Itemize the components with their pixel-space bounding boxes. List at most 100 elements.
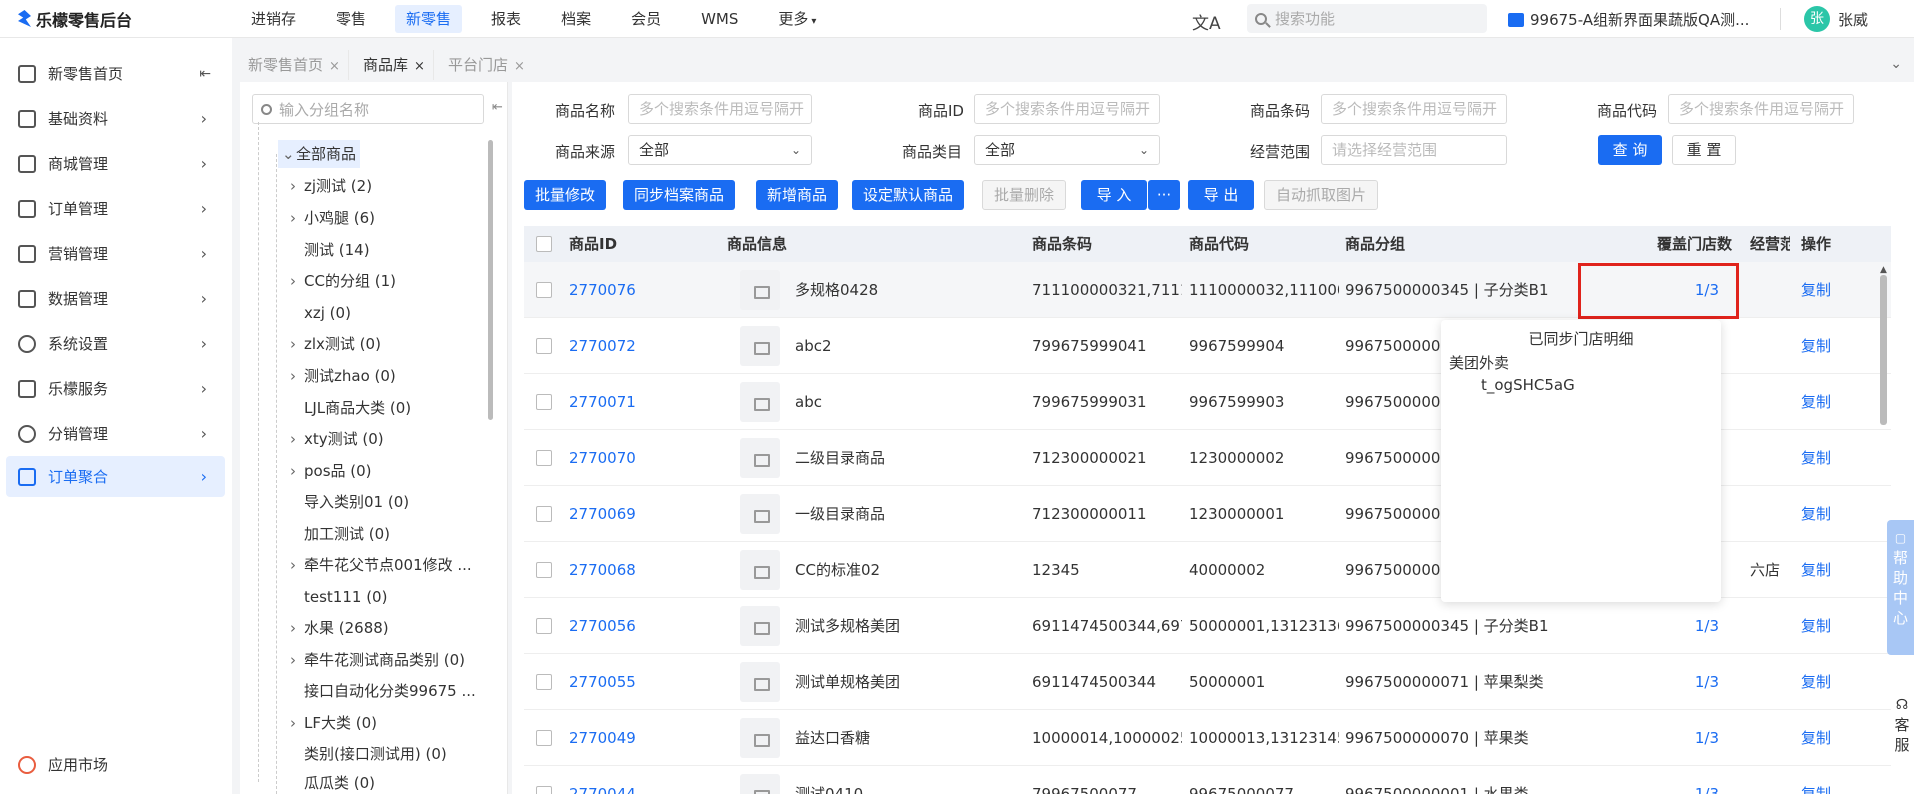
group-search-input[interactable]: 输入分组名称 <box>252 94 484 124</box>
nav-retail[interactable]: 零售 <box>325 5 377 33</box>
import-more-button[interactable]: ··· <box>1148 180 1180 210</box>
tree-item[interactable]: xzj (0) <box>304 299 351 327</box>
query-button[interactable]: 查 询 <box>1598 135 1662 165</box>
nav-more[interactable]: 更多 ▾ <box>767 5 827 33</box>
tree-item[interactable]: ⌄全部商品 <box>278 140 361 168</box>
tree-item[interactable]: › zlx测试 (0) <box>290 330 381 358</box>
scrollbar[interactable] <box>1880 275 1887 425</box>
scroll-up-icon[interactable]: ▲ <box>1880 265 1887 275</box>
product-id-link[interactable]: 2770070 <box>569 430 719 486</box>
auto-fetch-images-button[interactable]: 自动抓取图片 <box>1264 180 1379 210</box>
sidebar-item-service[interactable]: 乐檬服务 › <box>0 368 225 409</box>
product-id-link[interactable]: 2770072 <box>569 318 719 374</box>
tree-item[interactable]: LJL商品大类 (0) <box>304 394 411 422</box>
sidebar-item-orders[interactable]: 订单管理 › <box>0 188 225 229</box>
source-select[interactable]: 全部 ⌄ <box>628 135 812 165</box>
search-input[interactable]: 搜索功能 <box>1247 4 1487 33</box>
store-count-link[interactable]: 1/3 <box>1654 766 1719 794</box>
sidebar-item-marketing[interactable]: 营销管理 › <box>0 233 225 274</box>
batch-edit-button[interactable]: 批量修改 <box>524 180 607 210</box>
product-id-link[interactable]: 2770049 <box>569 710 719 766</box>
tree-item[interactable]: 导入类别01 (0) <box>304 488 409 516</box>
row-checkbox[interactable] <box>536 282 552 298</box>
app-logo[interactable]: 乐檬零售后台 <box>18 7 218 31</box>
tree-item[interactable]: 类别(接口测试用) (0) <box>304 740 447 768</box>
nav-new-retail[interactable]: 新零售 <box>395 4 463 33</box>
barcode-input[interactable]: 多个搜索条件用逗号隔开 <box>1321 94 1507 124</box>
copy-link[interactable]: 复制 <box>1801 318 1851 374</box>
copy-link[interactable]: 复制 <box>1801 710 1851 766</box>
close-icon[interactable]: × <box>514 59 525 74</box>
tree-item[interactable]: test111 (0) <box>304 583 387 611</box>
copy-link[interactable]: 复制 <box>1801 262 1851 318</box>
close-icon[interactable]: × <box>329 59 340 74</box>
product-id-link[interactable]: 2770055 <box>569 654 719 710</box>
select-all-checkbox[interactable] <box>536 236 552 252</box>
sidebar-item-home[interactable]: 新零售首页 ⇤ <box>0 53 225 94</box>
reset-button[interactable]: 重 置 <box>1672 135 1736 165</box>
export-button[interactable]: 导 出 <box>1188 180 1254 210</box>
tree-item[interactable]: 加工测试 (0) <box>304 520 390 548</box>
row-checkbox[interactable] <box>536 450 552 466</box>
copy-link[interactable]: 复制 <box>1801 598 1851 654</box>
import-button[interactable]: 导 入 <box>1081 180 1147 210</box>
tree-item[interactable]: › 小鸡腿 (6) <box>290 204 375 232</box>
batch-delete-button[interactable]: 批量删除 <box>982 180 1067 210</box>
nav-wms[interactable]: WMS <box>690 5 749 33</box>
tree-item[interactable]: 测试 (14) <box>304 236 370 264</box>
product-id-link[interactable]: 2770068 <box>569 542 719 598</box>
tree-item[interactable]: › pos品 (0) <box>290 457 372 485</box>
tree-item[interactable]: 瓜瓜类 (0) <box>304 772 375 794</box>
nav-archive[interactable]: 档案 <box>550 5 602 33</box>
row-checkbox[interactable] <box>536 394 552 410</box>
collapse-panel-icon[interactable]: ⇤ <box>492 100 503 115</box>
nav-jinxiaocun[interactable]: 进销存 <box>240 5 307 33</box>
row-checkbox[interactable] <box>536 786 552 794</box>
app-market[interactable]: 应用市场 <box>18 754 108 775</box>
sidebar-item-order-aggregation[interactable]: 订单聚合 › <box>6 456 225 497</box>
set-default-button[interactable]: 设定默认商品 <box>852 180 965 210</box>
tree-item[interactable]: › xty测试 (0) <box>290 425 384 453</box>
store-selector[interactable]: 99675-A组新界面果蔬版QA测... <box>1508 9 1749 30</box>
nav-member[interactable]: 会员 <box>620 5 672 33</box>
tree-item[interactable]: 接口自动化分类99675 ... <box>304 677 476 705</box>
row-checkbox[interactable] <box>536 562 552 578</box>
store-count-link[interactable]: 1/3 <box>1654 710 1719 766</box>
row-checkbox[interactable] <box>536 674 552 690</box>
translate-icon[interactable]: 文A <box>1192 9 1221 34</box>
copy-link[interactable]: 复制 <box>1801 766 1851 794</box>
sidebar-item-mall[interactable]: 商城管理 › <box>0 143 225 184</box>
customer-service-button[interactable]: ☊ 客服 <box>1890 695 1914 755</box>
scrollbar[interactable] <box>488 140 493 420</box>
sidebar-item-basic-data[interactable]: 基础资料 › <box>0 98 225 139</box>
tree-item[interactable]: › zj测试 (2) <box>290 172 372 200</box>
user-menu[interactable]: 张张威 <box>1804 6 1868 32</box>
tab-product-library[interactable]: 商品库 × <box>355 50 434 80</box>
sidebar-item-data[interactable]: 数据管理 › <box>0 278 225 319</box>
chevron-down-icon[interactable]: ⌄ <box>1890 56 1902 72</box>
category-select[interactable]: 全部 ⌄ <box>974 135 1160 165</box>
copy-link[interactable]: 复制 <box>1801 654 1851 710</box>
tree-item[interactable]: › CC的分组 (1) <box>290 267 396 295</box>
product-id-input[interactable]: 多个搜索条件用逗号隔开 <box>974 94 1160 124</box>
store-count-link[interactable]: 1/3 <box>1654 654 1719 710</box>
collapse-sidebar-icon[interactable]: ⇤ <box>199 66 211 82</box>
product-id-link[interactable]: 2770071 <box>569 374 719 430</box>
tree-item[interactable]: › 牵牛花父节点001修改 ... <box>290 551 472 579</box>
help-center-button[interactable]: ▢ 帮助中心 <box>1887 520 1914 655</box>
sidebar-item-settings[interactable]: 系统设置 › <box>0 323 225 364</box>
tree-item[interactable]: › 牵牛花测试商品类别 (0) <box>290 646 465 674</box>
row-checkbox[interactable] <box>536 338 552 354</box>
copy-link[interactable]: 复制 <box>1801 486 1851 542</box>
row-checkbox[interactable] <box>536 506 552 522</box>
copy-link[interactable]: 复制 <box>1801 374 1851 430</box>
tree-item[interactable]: › LF大类 (0) <box>290 709 377 737</box>
product-id-link[interactable]: 2770076 <box>569 262 719 318</box>
tree-item[interactable]: › 测试zhao (0) <box>290 362 396 390</box>
sync-archive-button[interactable]: 同步档案商品 <box>623 180 736 210</box>
product-code-input[interactable]: 多个搜索条件用逗号隔开 <box>1668 94 1854 124</box>
add-product-button[interactable]: 新增商品 <box>756 180 839 210</box>
product-id-link[interactable]: 2770069 <box>569 486 719 542</box>
tab-platform-store[interactable]: 平台门店 × <box>440 50 533 80</box>
row-checkbox[interactable] <box>536 730 552 746</box>
